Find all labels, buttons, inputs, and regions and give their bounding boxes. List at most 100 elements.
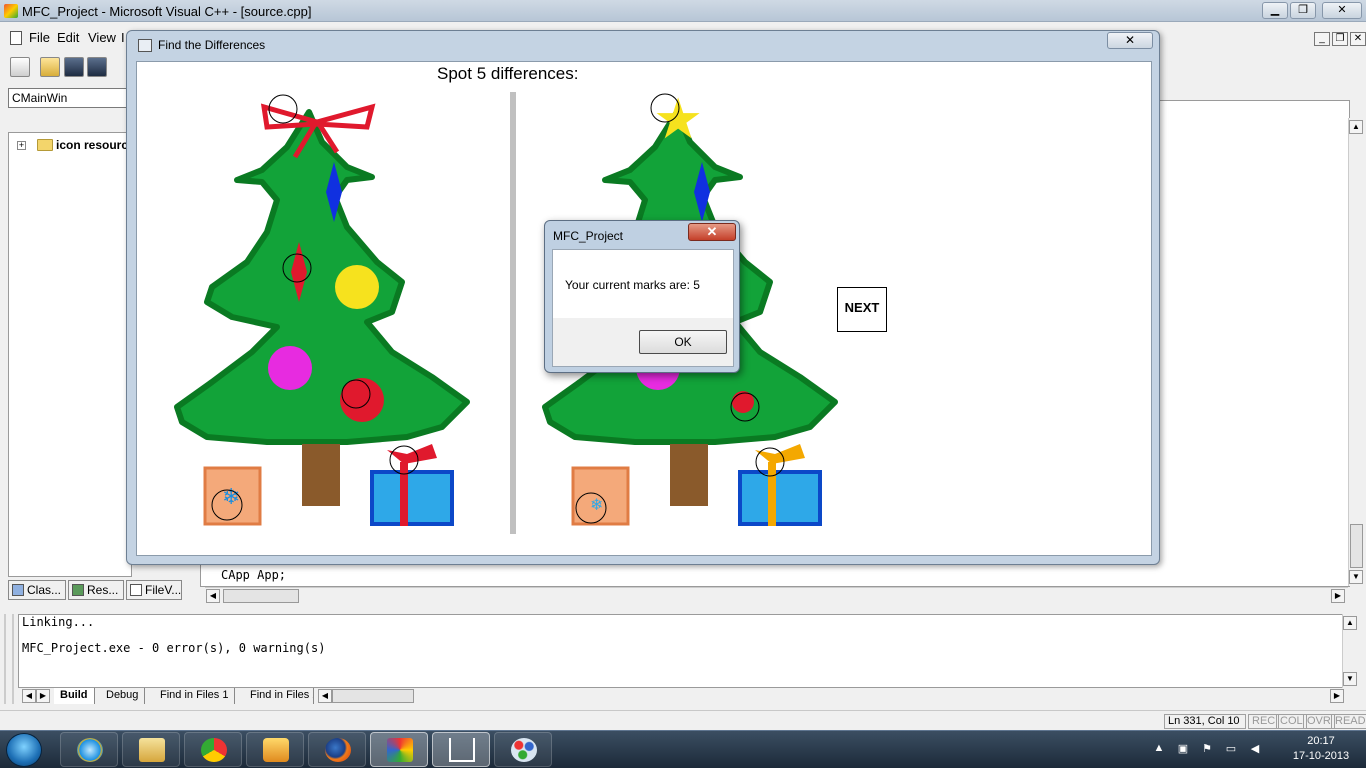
clock-time: 20:17 — [1307, 735, 1335, 747]
class-combo[interactable]: CMainWin — [8, 88, 128, 108]
tab-debug[interactable]: Debug — [100, 688, 146, 704]
window-title: MFC_Project - Microsoft Visual C++ - [so… — [22, 4, 312, 19]
snowflake-icon: ❄ — [222, 485, 240, 510]
status-read: READ — [1331, 714, 1366, 729]
game-window-title: Find the Differences — [158, 38, 266, 52]
status-rec: REC — [1248, 714, 1280, 729]
file-view-icon — [130, 584, 142, 596]
save-icon[interactable] — [64, 57, 84, 77]
gift-ribbon — [768, 462, 776, 526]
dialog-footer: OK — [553, 318, 733, 366]
clock-date: 17-10-2013 — [1292, 750, 1350, 762]
tab-class-view-label: Clas... — [27, 583, 62, 597]
tree-body — [174, 109, 470, 445]
output-scroll-right-icon[interactable]: ▶ — [1330, 689, 1344, 703]
close-button[interactable]: ✕ — [1322, 2, 1362, 19]
system-tray: ▲ ▣ ⚑ ▭ ◀ 20:17 17-10-2013 — [0, 731, 1366, 768]
scroll-left-icon[interactable]: ◀ — [206, 589, 220, 603]
mdi-minimize-button[interactable]: _ — [1314, 32, 1330, 46]
output-gripper — [4, 614, 14, 704]
output-pane[interactable]: Linking... MFC_Project.exe - 0 error(s),… — [18, 614, 1348, 688]
tab-scroll-right-icon[interactable]: ▶ — [36, 689, 50, 703]
tab-resource-view-label: Res... — [87, 583, 119, 597]
maximize-button[interactable]: ❐ — [1290, 2, 1316, 19]
trunk — [670, 444, 708, 506]
next-button[interactable]: NEXT — [837, 287, 887, 332]
tab-class-view[interactable]: Clas... — [8, 580, 66, 600]
resource-view-icon — [72, 584, 84, 596]
editor-vertical-scrollbar[interactable]: ▲ ▼ — [1348, 118, 1364, 586]
save-all-icon[interactable] — [87, 57, 107, 77]
status-bar: Ln 331, Col 10 REC COL OVR READ — [0, 710, 1366, 730]
tab-file-view[interactable]: FileV... — [126, 580, 182, 600]
output-vertical-scrollbar[interactable]: ▲ ▼ — [1342, 614, 1358, 688]
standard-toolbar — [0, 52, 130, 82]
menu-view[interactable]: View — [88, 30, 116, 45]
yellow-ornament — [335, 265, 379, 309]
clock[interactable]: 20:17 17-10-2013 — [1280, 734, 1362, 764]
folder-icon — [37, 139, 53, 151]
gift-bow — [387, 444, 437, 464]
scroll-up-icon[interactable]: ▲ — [1343, 616, 1357, 630]
document-icon — [10, 31, 22, 45]
output-scroll-left-icon[interactable]: ◀ — [318, 689, 332, 703]
tab-find-in-files-1[interactable]: Find in Files 1 — [154, 688, 236, 704]
output-tabs: ◀ ▶ Build Debug Find in Files 1 Find in … — [18, 688, 1348, 705]
scroll-up-icon[interactable]: ▲ — [1349, 120, 1363, 134]
instruction-text: Spot 5 differences: — [437, 64, 579, 83]
vc-app-icon — [4, 4, 18, 18]
tab-build[interactable]: Build — [54, 688, 95, 704]
tab-file-view-label: FileV... — [145, 583, 182, 597]
output-line-1: Linking... — [22, 615, 95, 629]
tree-item-icon-resources[interactable]: icon resourc — [56, 138, 128, 152]
show-hidden-icons-icon[interactable]: ▲ — [1152, 742, 1166, 756]
minimize-button[interactable]: ▁ — [1262, 2, 1288, 19]
ok-button[interactable]: OK — [639, 330, 727, 354]
star-icon: ★ — [653, 87, 703, 152]
window-icon — [138, 39, 152, 52]
game-close-button[interactable]: ✕ — [1107, 32, 1153, 49]
code-line: CApp App; — [221, 568, 287, 582]
tab-resource-view[interactable]: Res... — [68, 580, 124, 600]
device-icon[interactable]: ▣ — [1176, 742, 1190, 756]
volume-icon[interactable]: ◀ — [1248, 742, 1262, 756]
magenta-ornament — [268, 346, 312, 390]
editor-horizontal-scrollbar[interactable]: ◀ ▶ — [205, 587, 1348, 604]
cursor-position: Ln 331, Col 10 — [1164, 714, 1246, 729]
dialog-message: Your current marks are: 5 — [565, 278, 700, 292]
menu-edit[interactable]: Edit — [57, 30, 79, 45]
open-folder-icon[interactable] — [40, 57, 60, 77]
dialog-title: MFC_Project — [553, 229, 624, 243]
tree — [174, 109, 470, 445]
mdi-restore-button[interactable]: ❐ — [1332, 32, 1348, 46]
red-ornament — [340, 378, 384, 422]
dialog-close-button[interactable]: ✕ — [688, 223, 736, 241]
tab-scroll-left-icon[interactable]: ◀ — [22, 689, 36, 703]
scroll-down-icon[interactable]: ▼ — [1349, 570, 1363, 584]
trunk — [302, 444, 340, 506]
left-picture[interactable]: ❄ — [167, 82, 527, 542]
menu-file[interactable]: File — [29, 30, 50, 45]
network-icon[interactable]: ▭ — [1224, 742, 1238, 756]
menu-insert[interactable]: I — [121, 30, 125, 45]
output-line-2: MFC_Project.exe - 0 error(s), 0 warning(… — [22, 641, 326, 655]
marks-dialog: MFC_Project ✕ Your current marks are: 5 … — [544, 220, 740, 373]
class-view-icon — [12, 584, 24, 596]
gift-box — [738, 470, 822, 526]
scroll-thumb[interactable] — [1350, 524, 1363, 568]
taskbar: ▲ ▣ ⚑ ▭ ◀ 20:17 17-10-2013 — [0, 730, 1366, 768]
expand-icon[interactable]: + — [17, 141, 26, 150]
gift-ribbon — [400, 462, 408, 526]
scroll-right-icon[interactable]: ▶ — [1331, 589, 1345, 603]
mdi-close-button[interactable]: ✕ — [1350, 32, 1366, 46]
new-file-icon[interactable] — [10, 57, 30, 77]
tab-find-in-files-2[interactable]: Find in Files 2 — [244, 688, 314, 704]
scroll-down-icon[interactable]: ▼ — [1343, 672, 1357, 686]
gift-box — [370, 470, 454, 526]
ribbon-bow — [260, 103, 376, 130]
gift-bow — [755, 444, 805, 464]
scroll-thumb-h[interactable] — [223, 589, 299, 603]
workspace-tree: + icon resourc — [8, 132, 132, 577]
action-center-flag-icon[interactable]: ⚑ — [1200, 742, 1214, 756]
output-scroll-thumb[interactable] — [332, 689, 414, 703]
